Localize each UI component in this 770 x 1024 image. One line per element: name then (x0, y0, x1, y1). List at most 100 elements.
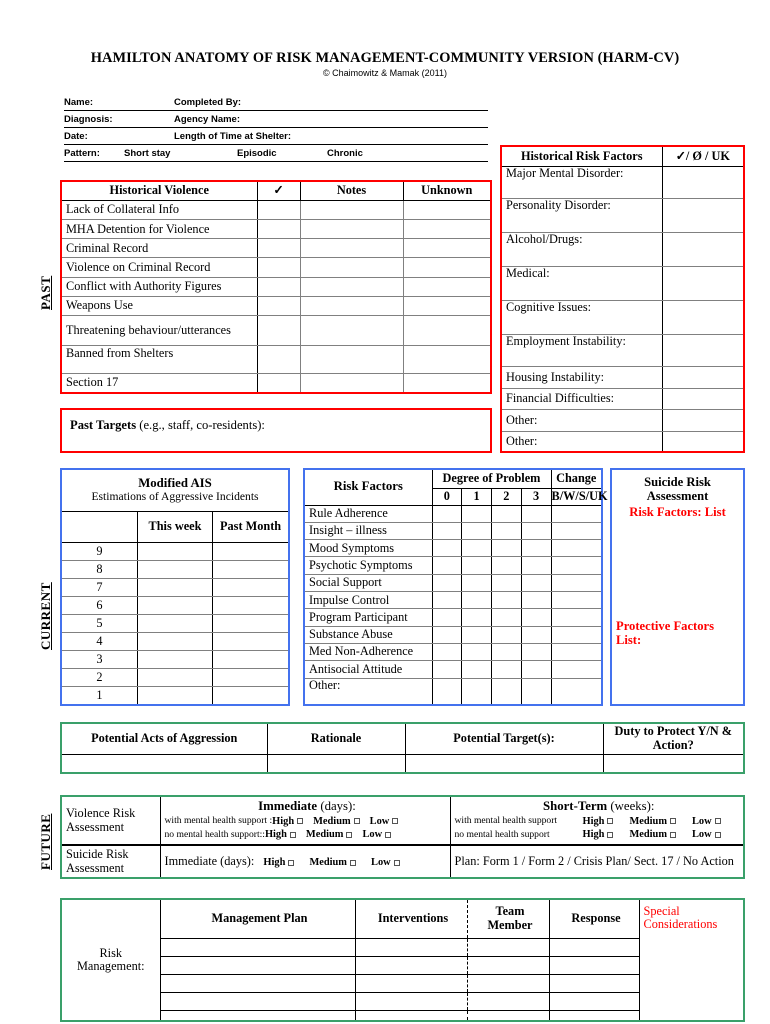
table-row[interactable]: Med Non-Adherence (305, 642, 601, 662)
option-medium[interactable]: Medium (313, 815, 362, 828)
cell-interventions[interactable] (354, 937, 468, 957)
cell-interventions[interactable] (354, 1010, 468, 1020)
checkbox-medium[interactable] (349, 859, 356, 866)
cell-change[interactable] (550, 504, 601, 523)
cell-notes[interactable] (299, 219, 404, 240)
cell-degree-3[interactable] (520, 625, 552, 644)
cell-past-month[interactable] (212, 577, 288, 598)
cell-degree-2[interactable] (491, 521, 522, 541)
cell-response[interactable] (548, 955, 640, 975)
table-row[interactable]: 3 (62, 650, 288, 670)
table-row[interactable]: Financial Difficulties: (502, 388, 743, 410)
cell-change[interactable] (550, 642, 601, 662)
option-high[interactable]: High (265, 828, 298, 841)
cell-team-member[interactable] (466, 955, 550, 975)
cell-past-month[interactable] (212, 668, 288, 688)
table-row[interactable]: Rule Adherence (305, 504, 601, 523)
table-row[interactable]: 9 (62, 541, 288, 561)
cell-notes[interactable] (299, 276, 404, 297)
cell-degree-0[interactable] (431, 677, 463, 704)
cell-degree-1[interactable] (461, 521, 492, 541)
table-row[interactable]: Other: (502, 431, 743, 451)
cell-degree-2[interactable] (491, 573, 522, 592)
immediate-no-support-row[interactable]: no mental health support:: High Medium L… (165, 828, 450, 841)
cell-degree-2[interactable] (491, 677, 522, 704)
cell-degree-0[interactable] (431, 642, 463, 662)
cell-degree-1[interactable] (461, 642, 492, 662)
option-low[interactable]: Low (362, 828, 393, 841)
header-row-diagnosis[interactable]: Diagnosis: Agency Name: (64, 111, 488, 128)
cell-degree-2[interactable] (491, 608, 522, 627)
option-medium[interactable]: Medium (629, 828, 678, 841)
cell-degree-3[interactable] (520, 590, 552, 610)
option-medium[interactable]: Medium (629, 815, 678, 828)
checkbox-high[interactable] (297, 818, 304, 825)
cell-degree-1[interactable] (461, 573, 492, 592)
cell-degree-1[interactable] (461, 556, 492, 575)
cell-degree-1[interactable] (461, 608, 492, 627)
cell-degree-0[interactable] (431, 625, 463, 644)
plan-cell[interactable]: Plan: Form 1 / Form 2 / Crisis Plan/ Sec… (449, 844, 743, 877)
cell-notes[interactable] (299, 257, 404, 278)
cell-this-week[interactable] (136, 559, 214, 579)
cell-potential-acts[interactable] (62, 753, 268, 772)
cell-check[interactable] (256, 314, 301, 346)
cell-this-week[interactable] (136, 595, 214, 616)
checkbox-high[interactable] (607, 818, 614, 825)
cell-degree-1[interactable] (461, 677, 492, 704)
checkbox-low[interactable] (714, 818, 721, 825)
cell-this-week[interactable] (136, 650, 214, 670)
cell-past-month[interactable] (212, 559, 288, 579)
cell-notes[interactable] (299, 199, 404, 221)
cell-degree-2[interactable] (491, 504, 522, 523)
cell-check[interactable] (256, 199, 301, 221)
cell-unknown[interactable] (402, 238, 490, 259)
cell-value[interactable] (661, 431, 743, 451)
header-row-name[interactable]: Name: Completed By: (64, 94, 488, 111)
cell-check[interactable] (256, 238, 301, 259)
cell-degree-0[interactable] (431, 573, 463, 592)
cell-notes[interactable] (299, 238, 404, 259)
short-term-with-support-row[interactable]: with mental health support High Medium L… (455, 815, 744, 828)
suicide-risk-assessment-current-box[interactable]: Suicide Risk Assessment Risk Factors: Li… (610, 468, 745, 706)
cell-unknown[interactable] (402, 219, 490, 240)
cell-unknown[interactable] (402, 276, 490, 297)
cell-value[interactable] (661, 198, 743, 233)
table-row[interactable]: Personality Disorder: (502, 198, 743, 233)
cell-degree-0[interactable] (431, 556, 463, 575)
option-medium[interactable]: Medium (306, 828, 355, 841)
cell-change[interactable] (550, 539, 601, 558)
cell-degree-3[interactable] (520, 573, 552, 592)
checkbox-high[interactable] (607, 831, 614, 838)
immediate-violence-cell[interactable]: Immediate (days): with mental health sup… (159, 797, 451, 846)
table-row[interactable]: Antisocial Attitude (305, 660, 601, 679)
checkbox-medium[interactable] (669, 831, 676, 838)
cell-degree-2[interactable] (491, 642, 522, 662)
cell-unknown[interactable] (402, 314, 490, 346)
table-row[interactable]: Violence on Criminal Record (62, 257, 490, 278)
table-row[interactable]: Other: (305, 677, 601, 704)
cell-check[interactable] (256, 372, 301, 392)
cell-past-month[interactable] (212, 614, 288, 634)
short-term-no-support-row[interactable]: no mental health support High Medium Low (455, 828, 744, 841)
checkbox-low[interactable] (393, 859, 400, 866)
cell-this-week[interactable] (136, 614, 214, 634)
past-targets-box[interactable]: Past Targets (e.g., staff, co-residents)… (60, 408, 492, 453)
cell-response[interactable] (548, 937, 640, 957)
cell-value[interactable] (661, 266, 743, 301)
cell-potential-targets[interactable] (404, 753, 604, 772)
sra-risk-factors-area[interactable] (616, 520, 739, 620)
checkbox-low[interactable] (714, 831, 721, 838)
table-row[interactable]: Lack of Collateral Info (62, 199, 490, 221)
cell-value[interactable] (661, 366, 743, 389)
cell-management-plan[interactable] (159, 955, 356, 975)
cell-this-week[interactable] (136, 668, 214, 688)
cell-degree-3[interactable] (520, 539, 552, 558)
cell-value[interactable] (661, 334, 743, 367)
cell-change[interactable] (550, 573, 601, 592)
checkbox-high[interactable] (288, 859, 295, 866)
checkbox-medium[interactable] (669, 818, 676, 825)
cell-degree-3[interactable] (520, 521, 552, 541)
checkbox-high[interactable] (289, 831, 296, 838)
option-low[interactable]: Low (692, 828, 723, 841)
